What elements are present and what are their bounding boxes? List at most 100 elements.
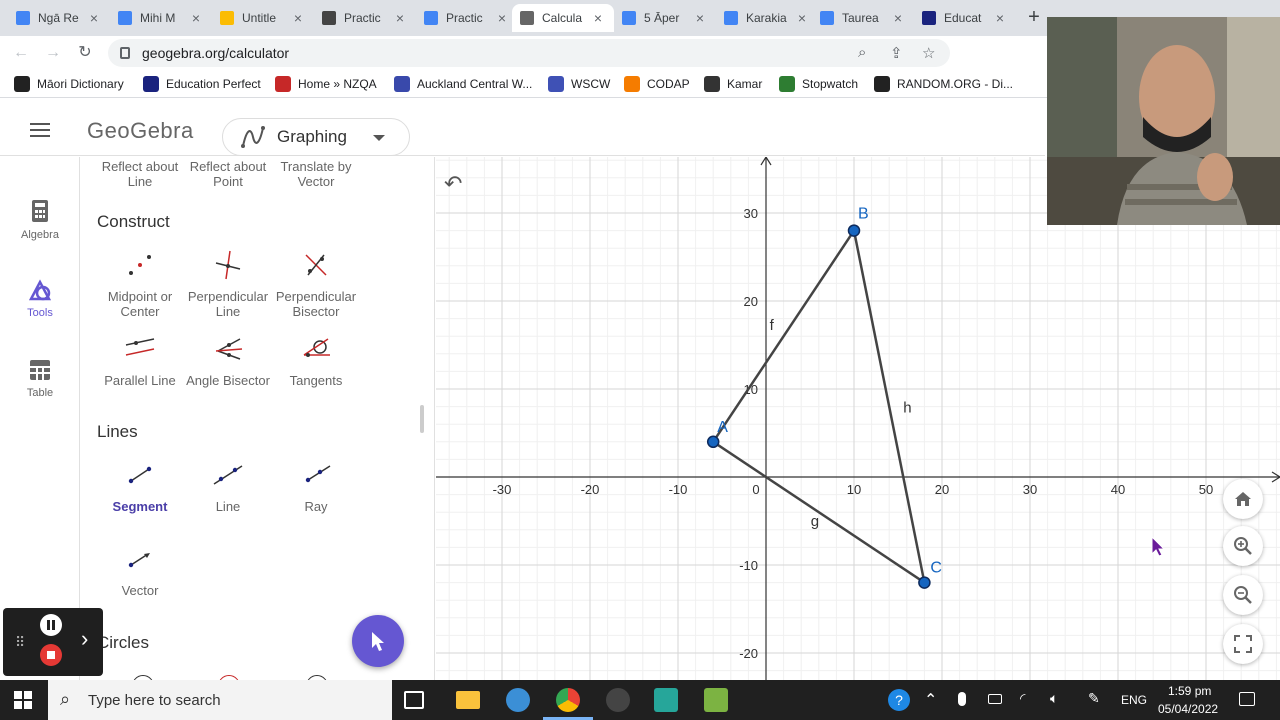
tab-title: 5 Āper [644, 11, 680, 25]
taskbar-search-box[interactable]: ⌕ Type here to search [48, 680, 392, 720]
bookmark-item[interactable]: CODAP [624, 76, 690, 92]
geogebra-header: GeoGebra Graphing [0, 98, 1045, 156]
close-tab-icon[interactable]: × [188, 10, 204, 26]
bookmark-favicon-icon [624, 76, 640, 92]
file-explorer-icon[interactable] [456, 691, 480, 709]
tool-perpendicular-bisector[interactable]: Perpendicular Bisector [272, 249, 360, 319]
menu-icon[interactable] [30, 123, 50, 137]
snipping-tool-icon[interactable] [506, 688, 530, 712]
browser-tab[interactable]: Ngā Re × [8, 4, 110, 32]
close-tab-icon[interactable]: × [290, 10, 306, 26]
stop-recording-button[interactable] [40, 644, 62, 666]
tab-title: Taurea [842, 11, 879, 25]
move-mode-button[interactable] [352, 615, 404, 667]
close-tab-icon[interactable]: × [692, 10, 708, 26]
zoom-out-button[interactable] [1223, 575, 1263, 615]
tools-scrollbar[interactable] [420, 405, 424, 433]
fullscreen-button[interactable] [1223, 624, 1263, 664]
point-B [847, 224, 861, 237]
browser-tab[interactable]: Practic × [416, 4, 518, 32]
bookmark-item[interactable]: RANDOM.ORG - Di... [874, 76, 1013, 92]
bookmark-star-icon[interactable]: ☆ [922, 44, 935, 62]
expand-chevron-icon[interactable]: › [81, 626, 88, 652]
graph-canvas[interactable]: -30 -20 -10 0 10 20 30 40 50302010-10-20fhgABC [436, 157, 1280, 680]
show-hidden-icons[interactable]: ⌃ [924, 690, 937, 710]
close-tab-icon[interactable]: × [794, 10, 810, 26]
browser-tab[interactable]: Karakia × [716, 4, 818, 32]
tool-midpoint[interactable]: Midpoint or Center [96, 249, 184, 319]
bookmark-item[interactable]: Home » NZQA [275, 76, 377, 92]
browser-tab[interactable]: 5 Āper × [614, 4, 716, 32]
bookmark-item[interactable]: WSCW [548, 76, 610, 92]
new-tab-button[interactable]: + [1024, 6, 1044, 28]
docs-icon [424, 11, 438, 25]
mouse-cursor-icon [1151, 536, 1166, 557]
graphics-view[interactable]: -30 -20 -10 0 10 20 30 40 50 30 20 10 -10 -20 f h g A B C ↶ [436, 157, 1280, 680]
browser-tab[interactable]: Mihi M × [110, 4, 212, 32]
tool-line[interactable]: Line [184, 459, 272, 514]
tool-parallel-line[interactable]: Parallel Line [96, 333, 184, 388]
back-icon[interactable]: ← [10, 42, 32, 64]
x-tick-label: 30 [1023, 482, 1037, 497]
volume-icon[interactable]: 🔈︎ [1050, 690, 1058, 707]
zoom-in-button[interactable] [1223, 526, 1263, 566]
rail-item-tools[interactable]: Tools [0, 279, 80, 319]
notifications-icon[interactable] [1239, 692, 1255, 706]
browser-tab[interactable]: Educat × [914, 4, 1016, 32]
browser-tab[interactable]: Calcula × [512, 4, 614, 32]
help-icon[interactable]: ? [888, 689, 910, 711]
windows-start-icon[interactable] [14, 691, 32, 709]
bookmark-item[interactable]: Education Perfect [143, 76, 261, 92]
tool-reflect-line[interactable]: Reflect about Line [96, 159, 184, 189]
app-switcher-button[interactable]: Graphing [222, 118, 410, 156]
tool-translate-vector[interactable]: Translate by Vector [272, 159, 360, 189]
rail-item-algebra[interactable]: Algebra [0, 199, 80, 241]
tool-perpendicular-line[interactable]: Perpendicular Line [184, 249, 272, 319]
line-icon [213, 465, 243, 485]
tool-angle-bisector[interactable]: Angle Bisector [184, 333, 272, 388]
browser-tab[interactable]: Practic × [314, 4, 416, 32]
pause-recording-button[interactable] [40, 614, 62, 636]
tool-reflect-point[interactable]: Reflect about Point [184, 159, 272, 189]
address-bar[interactable]: geogebra.org/calculator [108, 39, 950, 67]
tool-tangents[interactable]: Tangents [272, 333, 360, 388]
rail-item-table[interactable]: Table [0, 359, 80, 399]
app-icon-dark[interactable] [606, 688, 630, 712]
undo-icon[interactable]: ↶ [444, 171, 462, 197]
close-tab-icon[interactable]: × [992, 10, 1008, 26]
tool-ray[interactable]: Ray [272, 459, 360, 514]
close-tab-icon[interactable]: × [890, 10, 906, 26]
pen-icon[interactable]: ✎ [1088, 690, 1100, 707]
task-view-icon[interactable] [404, 691, 424, 709]
app-icon-teal[interactable] [654, 688, 678, 712]
browser-tab[interactable]: Untitle × [212, 4, 314, 32]
tool-segment[interactable]: Segment [96, 459, 184, 514]
language-indicator[interactable]: ENG [1121, 693, 1147, 707]
clock-date[interactable]: 05/04/2022 [1158, 702, 1218, 716]
bookmark-item[interactable]: Māori Dictionary [14, 76, 124, 92]
share-icon[interactable]: ⇪ [890, 44, 903, 62]
battery-icon[interactable] [988, 694, 1002, 704]
bookmark-item[interactable]: Kamar [704, 76, 762, 92]
tool-vector[interactable]: Vector [96, 543, 184, 598]
zoom-icon[interactable]: ⌕ [858, 44, 866, 61]
bookmark-item[interactable]: Auckland Central W... [394, 76, 532, 92]
bookmark-item[interactable]: Stopwatch [779, 76, 858, 92]
forward-icon[interactable]: → [42, 42, 64, 64]
chrome-icon[interactable] [556, 688, 580, 712]
vector-icon [128, 553, 150, 568]
bookmark-favicon-icon [874, 76, 890, 92]
close-tab-icon[interactable]: × [392, 10, 408, 26]
home-view-button[interactable] [1223, 479, 1263, 519]
drag-handle-icon[interactable]: ⠿ [15, 634, 25, 651]
close-tab-icon[interactable]: × [494, 10, 510, 26]
x-tick-label: -30 [493, 482, 512, 497]
close-tab-icon[interactable]: × [590, 10, 606, 26]
app-icon-green[interactable] [704, 688, 728, 712]
reload-icon[interactable]: ↻ [74, 42, 96, 64]
microphone-icon[interactable] [958, 692, 966, 706]
clock-time[interactable]: 1:59 pm [1168, 684, 1211, 698]
browser-tab[interactable]: Taurea × [812, 4, 914, 32]
wifi-icon[interactable]: ◜ [1020, 690, 1025, 707]
close-tab-icon[interactable]: × [86, 10, 102, 26]
